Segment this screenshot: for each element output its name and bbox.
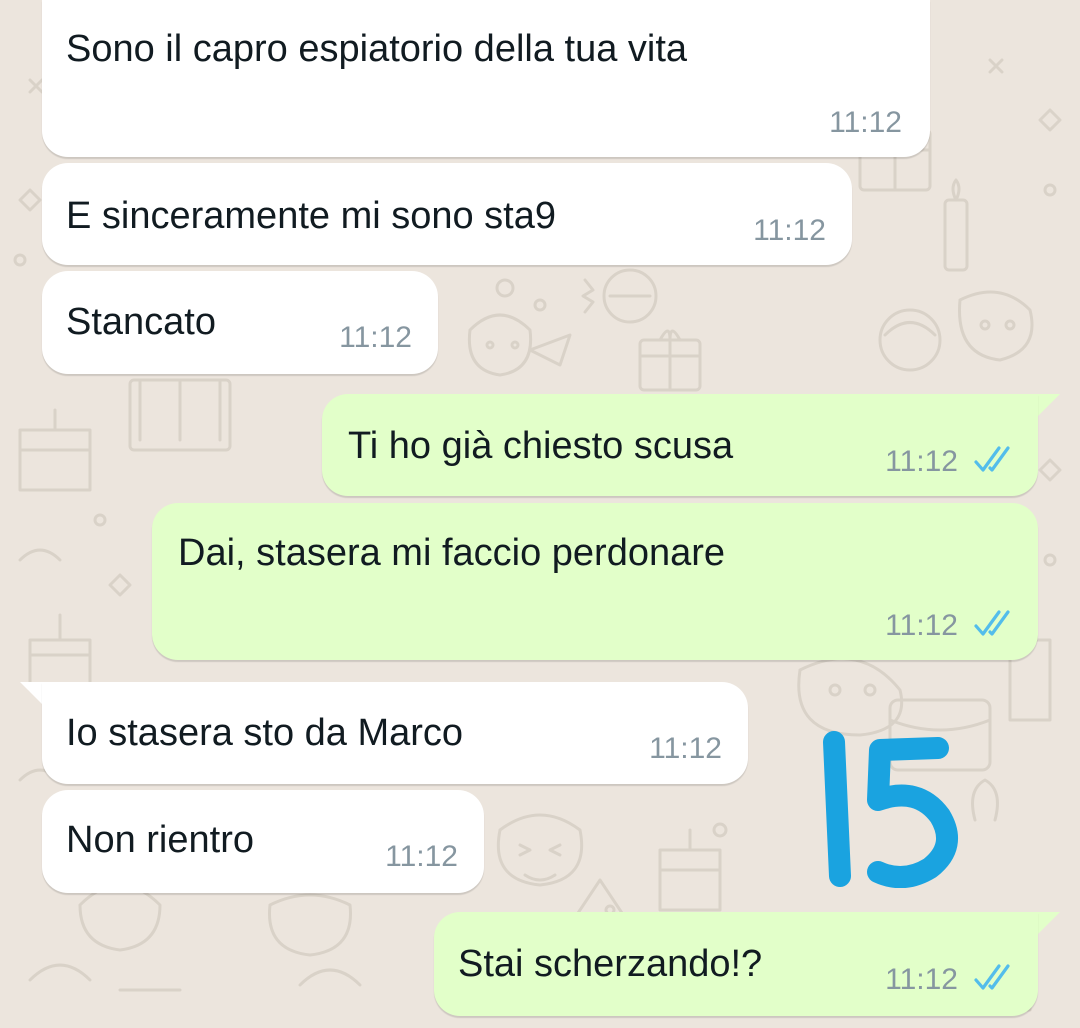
message-bubble-incoming[interactable]: Io stasera sto da Marco 11:12 — [42, 682, 748, 784]
message-text: Stai scherzando!? — [458, 943, 763, 985]
message-time: 11:12 — [885, 445, 958, 478]
message-text: Dai, stasera mi faccio perdonare — [178, 532, 726, 574]
handwritten-number-annotation: 15 — [818, 728, 968, 889]
message-time: 11:12 — [885, 963, 958, 996]
message-bubble-outgoing[interactable]: Dai, stasera mi faccio perdonare 11:12 — [152, 503, 1038, 660]
message-text: Non rientro — [66, 819, 254, 861]
read-receipt-icon — [974, 610, 1010, 636]
message-text: E sinceramente mi sono sta9 — [66, 195, 557, 237]
read-receipt-icon — [974, 964, 1010, 990]
read-receipt-icon — [974, 446, 1010, 472]
message-text: Stancato — [66, 301, 216, 343]
message-bubble-incoming[interactable]: Non rientro 11:12 — [42, 790, 484, 893]
message-time: 11:12 — [885, 609, 958, 642]
message-time: 11:12 — [829, 106, 902, 139]
message-text: Sono il capro espiatorio della tua vita — [66, 28, 688, 70]
message-bubble-incoming[interactable]: E sinceramente mi sono sta9 11:12 — [42, 163, 852, 265]
message-text: Io stasera sto da Marco — [66, 712, 464, 754]
message-time: 11:12 — [649, 732, 722, 765]
message-bubble-incoming[interactable]: Stancato 11:12 — [42, 271, 438, 374]
message-time: 11:12 — [753, 214, 826, 247]
message-text: Ti ho già chiesto scusa — [348, 425, 734, 467]
message-bubble-outgoing[interactable]: Stai scherzando!? 11:12 — [434, 912, 1038, 1016]
message-time: 11:12 — [385, 840, 458, 873]
message-bubble-outgoing[interactable]: Ti ho già chiesto scusa 11:12 — [322, 394, 1038, 496]
message-time: 11:12 — [339, 321, 412, 354]
message-bubble-incoming[interactable]: Sono il capro espiatorio della tua vita … — [42, 0, 930, 157]
